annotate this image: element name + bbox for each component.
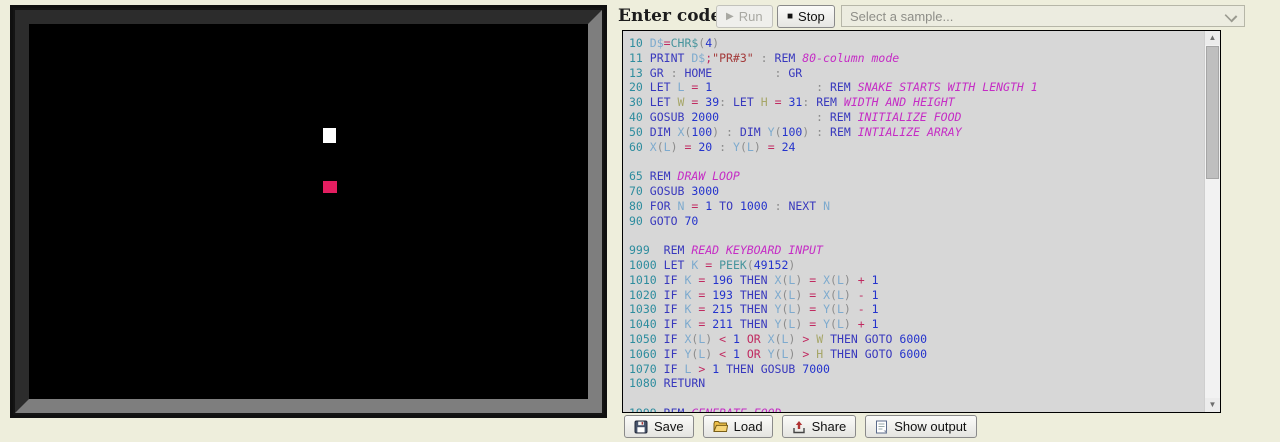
load-button-label: Load [734,419,763,434]
sample-select[interactable]: Select a sample... [841,5,1245,27]
code-line: 11 PRINT D$;"PR#3" : REM 80-column mode [629,51,1204,66]
scroll-down-icon[interactable]: ▼ [1205,398,1220,412]
code-line: 1020 IF K = 193 THEN X(L) = X(L) - 1 [629,288,1204,303]
apple-monitor [10,5,607,418]
share-button-label: Share [812,419,847,434]
code-line: 1050 IF X(L) < 1 OR X(L) > W THEN GOTO 6… [629,332,1204,347]
stop-button[interactable]: ■ Stop [777,5,835,28]
code-editor[interactable]: 10 D$=CHR$(4)11 PRINT D$;"PR#3" : REM 80… [622,30,1221,413]
code-line: 65 REM DRAW LOOP [629,169,1204,184]
code-line: 1040 IF K = 211 THEN Y(L) = Y(L) + 1 [629,317,1204,332]
code-line: 1010 IF K = 196 THEN X(L) = X(L) + 1 [629,273,1204,288]
code-line: 1030 IF K = 215 THEN Y(L) = Y(L) - 1 [629,302,1204,317]
code-line: 10 D$=CHR$(4) [629,36,1204,51]
code-line: 50 DIM X(100) : DIM Y(100) : REM INTIALI… [629,125,1204,140]
folder-icon [713,420,728,433]
code-lines[interactable]: 10 D$=CHR$(4)11 PRINT D$;"PR#3" : REM 80… [623,31,1204,412]
code-line: 40 GOSUB 2000 : REM INITIALIZE FOOD [629,110,1204,125]
code-line: 13 GR : HOME : GR [629,66,1204,81]
jsbasic-page: { "toolbar": { "heading": "Enter code:",… [0,0,1280,442]
code-line: 1000 LET K = PEEK(49152) [629,258,1204,273]
share-button[interactable]: Share [782,415,857,438]
save-button-label: Save [654,419,684,434]
show-output-button-label: Show output [894,419,966,434]
stop-icon: ■ [787,12,793,22]
scroll-up-icon[interactable]: ▲ [1205,31,1220,45]
enter-code-heading: Enter code: [618,6,728,26]
code-line: 30 LET W = 39: LET H = 31: REM WIDTH AND… [629,95,1204,110]
code-line: 1060 IF Y(L) < 1 OR Y(L) > H THEN GOTO 6… [629,347,1204,362]
stop-button-label: Stop [798,9,825,24]
code-line: 999 REM READ KEYBOARD INPUT [629,243,1204,258]
code-line [629,391,1204,406]
code-line: 60 X(L) = 20 : Y(L) = 24 [629,140,1204,155]
load-button[interactable]: Load [703,415,773,438]
run-button[interactable]: ▶ Run [716,5,773,28]
code-line: 1999 REM GENERATE FOOD [629,406,1204,412]
sample-select-value: Select a sample... [850,9,953,24]
code-line: 1070 IF L > 1 THEN GOSUB 7000 [629,362,1204,377]
play-icon: ▶ [726,12,734,22]
code-line: 20 LET L = 1 : REM SNAKE STARTS WITH LEN… [629,80,1204,95]
code-line: 70 GOSUB 3000 [629,184,1204,199]
apple-screen [15,10,602,413]
code-line: 90 GOTO 70 [629,214,1204,229]
code-line: 1080 RETURN [629,376,1204,391]
floppy-icon [634,420,648,434]
chevron-down-icon [1225,10,1238,23]
show-output-button[interactable]: Show output [865,415,976,438]
scrollbar-thumb[interactable] [1206,46,1219,179]
code-line [629,228,1204,243]
editor-actions: Save Load Share Show output [624,415,977,438]
code-line [629,154,1204,169]
code-line: 80 FOR N = 1 TO 1000 : NEXT N [629,199,1204,214]
editor-scrollbar[interactable]: ▲ ▼ [1204,31,1220,412]
save-button[interactable]: Save [624,415,694,438]
run-button-label: Run [739,9,763,24]
document-icon [875,420,888,434]
share-icon [792,420,806,434]
